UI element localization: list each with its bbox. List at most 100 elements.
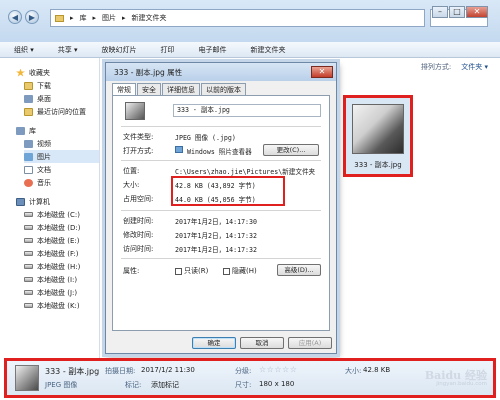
sidebar-item-videos[interactable]: 视频 xyxy=(24,137,99,150)
sidebar-item-drive-j[interactable]: 本地磁盘 (J:) xyxy=(24,286,99,299)
sidebar-label: 本地磁盘 (H:) xyxy=(37,262,81,271)
readonly-checkbox[interactable]: 只读(R) xyxy=(175,266,208,276)
arrange-dropdown[interactable]: 文件夹 ▾ xyxy=(461,62,488,72)
star-icon xyxy=(16,68,25,77)
breadcrumb-sep: ▸ xyxy=(70,14,74,22)
sidebar-favorites[interactable]: 收藏夹 xyxy=(16,66,99,79)
command-toolbar: 组织 ▾ 共享 ▾ 放映幻灯片 打印 电子邮件 新建文件夹 xyxy=(0,42,500,58)
sidebar-item-downloads[interactable]: 下载 xyxy=(24,79,99,92)
disk-size-label: 占用空间: xyxy=(123,195,154,203)
divider xyxy=(121,160,321,161)
sidebar-item-music[interactable]: 音乐 xyxy=(24,176,99,189)
checkbox-box[interactable] xyxy=(223,267,230,275)
status-filename: 333 - 副本.jpg xyxy=(45,367,100,376)
sidebar-label: 本地磁盘 (K:) xyxy=(37,301,80,310)
ok-button[interactable]: 确定 xyxy=(192,337,236,349)
cancel-button[interactable]: 取消 xyxy=(240,337,284,349)
arrange-label: 排列方式: xyxy=(420,63,452,71)
sidebar-label: 本地磁盘 (D:) xyxy=(37,223,81,232)
checkbox-label: 只读(R) xyxy=(184,267,209,275)
rating-label: 分级: xyxy=(235,367,252,375)
tags-label: 标记: xyxy=(125,381,142,389)
address-bar[interactable]: ▸ 库 ▸ 图片 ▸ 新建文件夹 xyxy=(50,9,425,27)
status-filetype: JPEG 图像 xyxy=(45,381,78,389)
divider xyxy=(121,258,321,259)
checkbox-box[interactable] xyxy=(175,267,182,275)
back-button[interactable]: ◀ xyxy=(8,10,22,24)
sidebar-label: 桌面 xyxy=(37,94,51,103)
breadcrumb-item-newfolder[interactable]: 新建文件夹 xyxy=(132,13,167,23)
explorer-titlebar: ◀ ▶ ▸ 库 ▸ 图片 ▸ 新建文件夹 – □ ✕ xyxy=(0,0,500,42)
share-button[interactable]: 共享 ▾ xyxy=(58,45,78,55)
sidebar-libraries[interactable]: 库 xyxy=(16,124,99,137)
drive-icon xyxy=(24,251,33,256)
navigation-pane: 收藏夹 下载 桌面 最近访问的位置 库 视频 图片 文档 音乐 计算机 本地磁盘… xyxy=(0,58,100,358)
sidebar-label: 计算机 xyxy=(29,197,50,206)
drive-icon xyxy=(24,238,33,243)
sidebar-item-documents[interactable]: 文档 xyxy=(24,163,99,176)
breadcrumb-item-library[interactable]: 库 xyxy=(80,13,87,23)
tab-previous-versions[interactable]: 以前的版本 xyxy=(201,83,246,95)
maximize-button[interactable]: □ xyxy=(449,6,465,18)
sidebar-item-desktop[interactable]: 桌面 xyxy=(24,92,99,105)
details-pane: 333 - 副本.jpg JPEG 图像 拍摄日期: 2017/1/2 11:3… xyxy=(4,358,496,398)
change-button[interactable]: 更改(C)... xyxy=(263,144,319,156)
drive-icon xyxy=(24,303,33,308)
sidebar-item-drive-h[interactable]: 本地磁盘 (H:) xyxy=(24,260,99,273)
print-button[interactable]: 打印 xyxy=(161,45,175,55)
slideshow-button[interactable]: 放映幻灯片 xyxy=(102,45,137,55)
folder-icon xyxy=(24,81,33,90)
dimensions-label: 尺寸: xyxy=(235,381,252,389)
dialog-close-button[interactable]: ✕ xyxy=(311,66,333,78)
sidebar-label: 图片 xyxy=(37,152,51,161)
location-label: 位置: xyxy=(123,167,140,175)
sidebar-item-drive-d[interactable]: 本地磁盘 (D:) xyxy=(24,221,99,234)
image-thumbnail xyxy=(352,104,404,154)
apply-button[interactable]: 应用(A) xyxy=(288,337,332,349)
created-label: 创建时间: xyxy=(123,217,154,225)
sidebar-label: 本地磁盘 (F:) xyxy=(37,249,79,258)
location-value: C:\Users\zhao.jie\Pictures\新建文件夹 xyxy=(175,168,316,176)
created-value: 2017年1月2日，14:17:30 xyxy=(175,218,257,226)
accessed-label: 访问时间: xyxy=(123,245,154,253)
sidebar-item-drive-c[interactable]: 本地磁盘 (C:) xyxy=(24,208,99,221)
sidebar-item-drive-f[interactable]: 本地磁盘 (F:) xyxy=(24,247,99,260)
sidebar-label: 本地磁盘 (J:) xyxy=(37,288,78,297)
email-button[interactable]: 电子邮件 xyxy=(199,45,227,55)
sidebar-item-drive-e[interactable]: 本地磁盘 (E:) xyxy=(24,234,99,247)
photo-viewer-icon xyxy=(175,146,183,153)
forward-button[interactable]: ▶ xyxy=(25,10,39,24)
breadcrumb-sep: ▸ xyxy=(122,14,126,22)
tab-security[interactable]: 安全 xyxy=(137,83,161,95)
tags-value[interactable]: 添加标记 xyxy=(151,380,179,390)
breadcrumb-item-pictures[interactable]: 图片 xyxy=(102,13,116,23)
sidebar-item-recent[interactable]: 最近访问的位置 xyxy=(24,105,99,118)
drive-icon xyxy=(24,277,33,282)
divider xyxy=(121,210,321,211)
date-taken-value[interactable]: 2017/1/2 11:30 xyxy=(141,366,195,374)
accessed-value: 2017年1月2日，14:17:32 xyxy=(175,246,257,254)
sidebar-item-drive-i[interactable]: 本地磁盘 (I:) xyxy=(24,273,99,286)
sidebar-item-pictures[interactable]: 图片 xyxy=(24,150,99,163)
organize-button[interactable]: 组织 ▾ xyxy=(14,45,34,55)
advanced-button[interactable]: 高级(D)... xyxy=(277,264,321,276)
close-button[interactable]: ✕ xyxy=(466,6,488,18)
file-type-label: 文件类型: xyxy=(123,133,154,141)
file-thumbnail[interactable]: 333 - 副本.jpg xyxy=(343,95,413,177)
breadcrumb-sep: ▸ xyxy=(92,14,97,22)
tab-details[interactable]: 详细信息 xyxy=(162,83,200,95)
modified-value: 2017年1月2日，14:17:32 xyxy=(175,232,257,240)
hidden-checkbox[interactable]: 隐藏(H) xyxy=(223,266,257,276)
filename-field[interactable]: 333 - 副本.jpg xyxy=(173,104,321,117)
recent-places-icon xyxy=(24,107,33,116)
sidebar-item-drive-k[interactable]: 本地磁盘 (K:) xyxy=(24,299,99,312)
rating-stars[interactable]: ☆☆☆☆☆ xyxy=(259,365,297,374)
drive-icon xyxy=(24,225,33,230)
size-label: 大小: xyxy=(345,367,362,375)
new-folder-button[interactable]: 新建文件夹 xyxy=(251,45,286,55)
sidebar-computer[interactable]: 计算机 xyxy=(16,195,99,208)
dialog-title: 333 - 副本.jpg 属性 xyxy=(114,67,183,77)
minimize-button[interactable]: – xyxy=(432,6,448,18)
properties-dialog: 333 - 副本.jpg 属性 ✕ 常规 安全 详细信息 以前的版本 333 -… xyxy=(105,62,337,354)
sidebar-label: 视频 xyxy=(37,139,51,148)
